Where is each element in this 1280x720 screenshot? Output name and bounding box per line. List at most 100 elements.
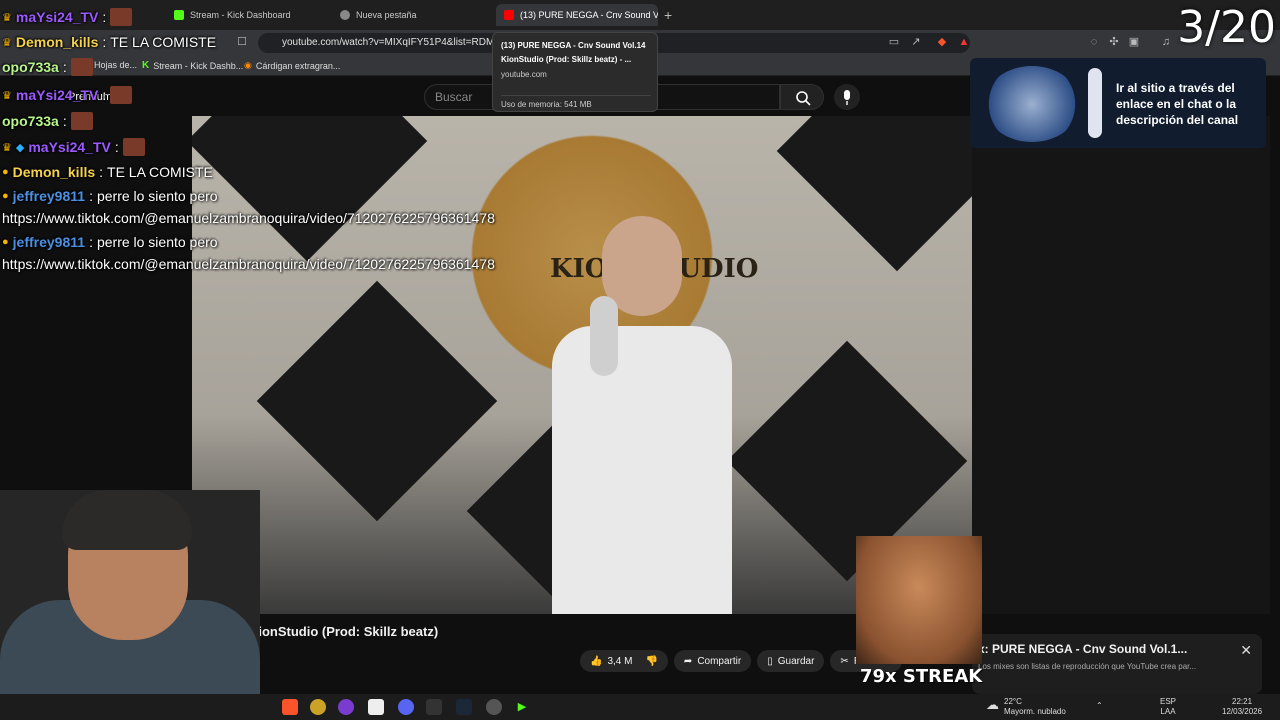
chat-username: jeffrey9811 [12,188,86,204]
weather-icon[interactable]: ☁ [986,698,999,711]
mix-playlist-panel[interactable]: x: PURE NEGGA - Cnv Sound Vol.1... Los m… [972,634,1262,694]
weather-temp: 22°C [1004,697,1022,706]
share-button[interactable]: ➦ Compartir [673,650,752,672]
weather-desc: Mayorm. nublado [1004,707,1066,716]
file-icon[interactable] [368,699,384,715]
mix-title: x: PURE NEGGA - Cnv Sound Vol.1... [978,642,1188,656]
bookmark-icon[interactable]: ☐ [236,36,248,48]
dot-icon: ● [2,190,9,202]
chat-text: perre lo siento pero [96,188,218,204]
save-button[interactable]: ▯ Guardar [757,650,825,672]
chat-text: TE LA COMISTE [107,164,213,180]
webcam-hair [62,490,192,550]
rewards-icon[interactable]: ▲ [958,36,970,48]
kick-icon[interactable]: ▶ [514,699,530,715]
roulette-image [984,66,1080,142]
steam-icon[interactable] [456,699,472,715]
crown-icon: ♛ [2,36,12,49]
crown-icon: ♛ [2,11,12,24]
share-label: Compartir [697,655,742,667]
tab-kick-dashboard[interactable]: Stream - Kick Dashboard [166,4,326,26]
studio-microphone [590,296,618,376]
chat-message: ● jeffrey9811: perre lo siento pero [2,188,218,204]
chat-username: opo733a [2,59,59,75]
share-icon[interactable]: ↗ [910,36,922,48]
amazon-icon: ◉ [244,60,252,70]
video-shadow [972,116,1270,614]
chat-text: TE LA COMISTE [110,34,217,50]
chat-message: ♛ maYsi24_TV: [2,86,133,104]
promo-overlay: Ir al sitio a través del enlace en el ch… [970,58,1266,148]
video-info-bar: Vol.14 KionStudio (Prod: Skillz beatz) 👍… [192,614,1280,694]
music-icon[interactable]: ♫ [1160,36,1172,48]
chat-message: ♛ maYsi24_TV: [2,8,133,26]
promo-text: Ir al sitio a través del enlace en el ch… [1116,81,1239,127]
bookmark-outline-icon: ▯ [767,655,773,667]
chat-message: ● Demon_kills: TE LA COMISTE [2,164,213,180]
app-icon[interactable] [310,699,326,715]
cast-icon[interactable]: ▭ [888,36,900,48]
voice-search-button[interactable] [834,84,860,110]
puzzle-icon[interactable]: ✣ [1108,36,1120,48]
kick-icon [174,10,184,20]
tab-hover-card: (13) PURE NEGGA - Cnv Sound Vol.14 KionS… [492,32,658,112]
singer-shirt [552,326,732,614]
bookmark-sheets[interactable]: Hojas de... [94,60,137,70]
url-text: youtube.com/watch?v=MIXqIFY51P4&list=RDM… [282,37,510,48]
emote-image [110,8,133,26]
chevron-up-icon[interactable]: ⌃ [1096,701,1103,711]
crown-icon: ♛ [2,141,12,154]
language-indicator[interactable]: ESP LAA [1160,697,1176,717]
bookmark-label: Hojas de... [94,60,138,70]
thumbs-up-icon: 👍 [590,655,603,667]
share-arrow-icon: ➦ [683,655,693,667]
tab-youtube[interactable]: (13) PURE NEGGA - Cnv Sound Vol ✕ [496,4,658,26]
video-player[interactable]: KION STUDIO [192,116,1270,614]
like-button[interactable]: 👍 3,4 M 👎 [580,650,668,672]
chat-link[interactable]: https://www.tiktok.com/@emanuelzambranoq… [2,210,495,226]
kick-icon: K [142,60,150,71]
emote-image [70,58,93,76]
chat-username: maYsi24_TV [28,139,111,155]
diamond-icon: ◆ [15,141,25,154]
chat-message: opo733a: [2,58,93,76]
clock[interactable]: 22:21 12/03/2026 [1222,697,1262,717]
like-count: 3,4 M [607,655,633,667]
clock-date: 12/03/2026 [1222,707,1263,716]
thumbs-down-icon[interactable]: 👎 [645,656,657,667]
close-icon[interactable]: ✕ [1240,642,1252,659]
new-tab-button[interactable]: + [664,7,672,23]
chat-username: opo733a [2,113,59,129]
mix-subtitle: Los mixes son listas de reproducción que… [978,662,1197,671]
app-icon[interactable] [338,699,354,715]
scissors-icon: ✂ [840,655,849,667]
bookmark-kick[interactable]: K Stream - Kick Dashb... [142,60,243,71]
laughing-face-image [856,536,982,664]
tab-new-tab[interactable]: Nueva pestaña [332,4,492,26]
app-icon[interactable] [486,699,502,715]
video-actions: 👍 3,4 M 👎 ➦ Compartir ▯ Guardar ✂ Recort… [580,650,903,672]
hover-card-memory: Uso de memoria: 541 MB [501,95,651,109]
phone-graphic [1088,68,1102,138]
tab-bar: Stream - Kick Dashboard Nueva pestaña (1… [0,0,1280,30]
brave-icon[interactable] [282,699,298,715]
chat-link[interactable]: https://www.tiktok.com/@emanuelzambranoq… [2,256,495,272]
emote-image [122,138,145,156]
weather-widget[interactable]: 22°C Mayorm. nublado [1004,697,1066,717]
emote-image [70,112,93,130]
taskbar: ▶ ☁ 22°C Mayorm. nublado ⌃ ESP LAA 22:21… [0,694,1280,720]
extension-icon[interactable]: ◌ [1088,36,1100,48]
singer [522,216,752,614]
discord-icon[interactable] [398,699,414,715]
chat-message: https://www.tiktok.com/@emanuelzambranoq… [2,210,495,226]
bookmark-cardigan[interactable]: ◉ Cárdigan extragran... [244,60,340,71]
brave-shield-icon[interactable]: ◆ [936,36,948,48]
sidebar-icon[interactable]: ▣ [1128,36,1140,48]
hover-card-title: (13) PURE NEGGA - Cnv Sound Vol.14 KionS… [501,41,646,64]
chat-username: maYsi24_TV [15,9,99,25]
language-layout: LAA [1160,707,1176,716]
search-button[interactable] [780,84,824,110]
chat-message: ♛ Demon_kills: TE LA COMISTE [2,34,217,50]
app-icon[interactable] [426,699,442,715]
shield-icon [340,10,350,20]
